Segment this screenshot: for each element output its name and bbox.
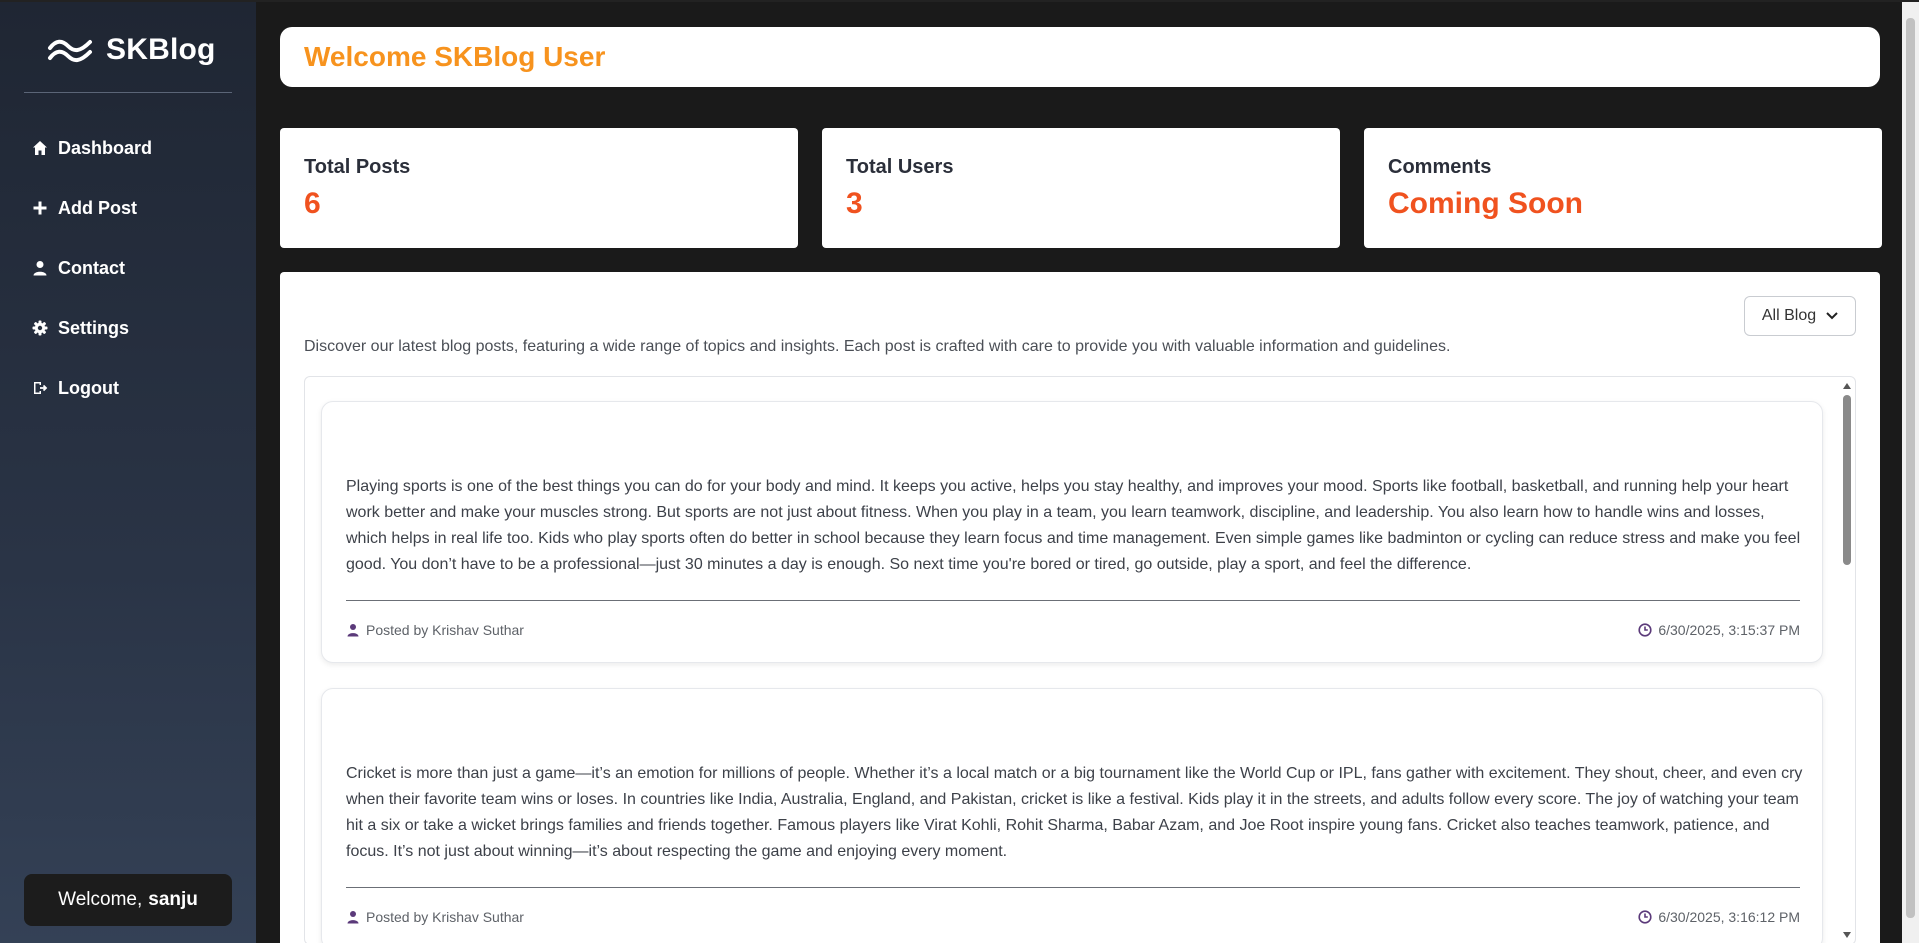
stat-card-total-users: Total Users 3 — [822, 128, 1340, 248]
stat-card-total-posts: Total Posts 6 — [280, 128, 798, 248]
post-meta: Posted by Krishav Suthar 6/30/2025, 3:15… — [346, 622, 1800, 638]
blog-filter-select[interactable]: All Blog — [1744, 296, 1856, 336]
page-scroll-thumb[interactable] — [1906, 18, 1915, 918]
chevron-down-icon — [1826, 312, 1838, 320]
blog-filter-value: All Blog — [1761, 307, 1817, 324]
brand[interactable]: SKBlog — [46, 28, 216, 72]
post-meta: Posted by Krishav Suthar 6/30/2025, 3:16… — [346, 909, 1800, 925]
post-divider — [346, 600, 1800, 601]
sidebar-item-logout[interactable]: Logout — [32, 374, 152, 402]
user-icon — [347, 624, 359, 637]
stat-value: Coming Soon — [1388, 187, 1583, 220]
user-icon — [33, 261, 47, 276]
scroll-down-arrow-icon[interactable] — [1842, 930, 1852, 940]
sidebar-item-dashboard[interactable]: Dashboard — [32, 134, 152, 162]
scroll-thumb[interactable] — [1843, 395, 1851, 565]
sidebar-item-label: Settings — [58, 317, 130, 338]
stat-value: 3 — [846, 187, 863, 220]
post-date-text: 6/30/2025, 3:15:37 PM — [1658, 622, 1800, 638]
blog-intro-text: Discover our latest blog posts, featurin… — [304, 338, 1451, 355]
post-body: Playing sports is one of the best things… — [346, 478, 1801, 573]
post-author: Posted by Krishav Suthar — [346, 622, 524, 638]
scroll-up-arrow-icon[interactable] — [1842, 381, 1852, 391]
blog-section: All Blog Discover our latest blog posts,… — [280, 272, 1880, 943]
sidebar: SKBlog Dashboard Add Post Contact Settin… — [0, 2, 256, 943]
clock-icon — [1638, 910, 1652, 924]
sidebar-item-contact[interactable]: Contact — [32, 254, 152, 282]
app-window: SKBlog Dashboard Add Post Contact Settin… — [0, 0, 1919, 943]
sidebar-item-label: Add Post — [58, 197, 137, 218]
clock-icon — [1638, 623, 1652, 637]
stat-label: Total Posts — [304, 156, 411, 178]
logout-icon — [34, 382, 48, 394]
plus-icon — [33, 201, 47, 215]
stat-value: 6 — [304, 187, 321, 220]
post-date-text: 6/30/2025, 3:16:12 PM — [1658, 909, 1800, 925]
post-divider — [346, 887, 1800, 888]
user-icon — [347, 911, 359, 924]
gear-icon — [32, 320, 48, 336]
page-title: Welcome SKBlog User — [304, 41, 606, 72]
post-date: 6/30/2025, 3:15:37 PM — [1638, 622, 1800, 638]
welcome-username: sanju — [148, 889, 198, 910]
stat-label: Total Users — [846, 156, 954, 178]
post-author-text: Posted by Krishav Suthar — [366, 622, 524, 638]
post-card: Cricket is more than just a game—it’s an… — [321, 688, 1823, 943]
brand-name: SKBlog — [106, 33, 216, 66]
sidebar-item-settings[interactable]: Settings — [32, 314, 152, 342]
welcome-prefix: Welcome, — [58, 889, 143, 910]
post-author-text: Posted by Krishav Suthar — [366, 909, 524, 925]
stat-card-comments: Comments Coming Soon — [1364, 128, 1882, 248]
sidebar-nav: Dashboard Add Post Contact Settings Logo… — [32, 134, 152, 434]
stat-label: Comments — [1388, 156, 1492, 178]
post-date: 6/30/2025, 3:16:12 PM — [1638, 909, 1800, 925]
home-icon — [33, 141, 47, 155]
posts-list[interactable]: Playing sports is one of the best things… — [304, 376, 1856, 943]
post-author: Posted by Krishav Suthar — [346, 909, 524, 925]
sidebar-item-add-post[interactable]: Add Post — [32, 194, 152, 222]
welcome-user-box: Welcome, sanju — [24, 874, 232, 926]
sidebar-item-label: Logout — [58, 377, 119, 398]
posts-scrollbar[interactable] — [1839, 377, 1855, 943]
sidebar-divider — [24, 92, 232, 93]
sidebar-item-label: Contact — [58, 257, 125, 278]
post-body: Cricket is more than just a game—it’s an… — [346, 765, 1803, 860]
welcome-header: Welcome SKBlog User — [280, 27, 1880, 87]
page-scrollbar[interactable] — [1902, 2, 1919, 943]
sidebar-item-label: Dashboard — [58, 137, 153, 158]
wave-logo-icon — [48, 39, 92, 63]
post-card: Playing sports is one of the best things… — [321, 401, 1823, 663]
